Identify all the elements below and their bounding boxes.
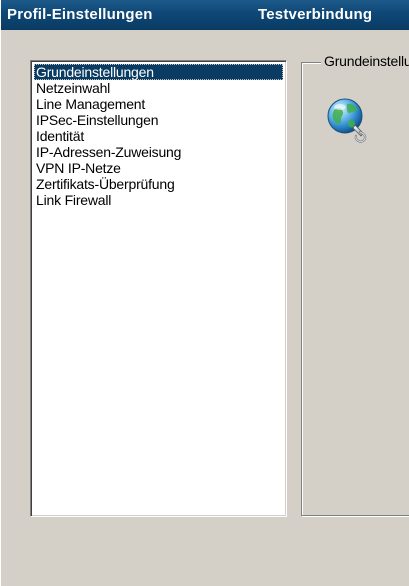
list-item-ip-adressen-zuweisung[interactable]: IP-Adressen-Zuweisung	[34, 144, 283, 160]
list-item-zertifikats-ueberpruefung[interactable]: Zertifikats-Überprüfung	[34, 176, 283, 192]
list-item-grundeinstellungen[interactable]: Grundeinstellungen	[34, 64, 283, 80]
group-box-label: Grundeinstellungen	[321, 53, 409, 69]
list-item-netzeinwahl[interactable]: Netzeinwahl	[34, 80, 283, 96]
list-item-identitaet[interactable]: Identität	[34, 128, 283, 144]
menu-profil-einstellungen[interactable]: Profil-Einstellungen	[7, 5, 153, 25]
profile-settings-list[interactable]: Grundeinstellungen Netzeinwahl Line Mana…	[30, 60, 287, 517]
list-item-line-management[interactable]: Line Management	[34, 96, 283, 112]
list-item-vpn-ip-netze[interactable]: VPN IP-Netze	[34, 160, 283, 176]
globe-network-icon	[327, 98, 367, 143]
menu-testverbindung[interactable]: Testverbindung	[258, 5, 372, 25]
list-item-ipsec-einstellungen[interactable]: IPSec-Einstellungen	[34, 112, 283, 128]
profile-settings-window: Profil-Einstellungen Testverbindung Grun…	[0, 0, 409, 586]
title-bar: Profil-Einstellungen Testverbindung	[1, 0, 409, 30]
list-item-link-firewall[interactable]: Link Firewall	[34, 192, 283, 208]
